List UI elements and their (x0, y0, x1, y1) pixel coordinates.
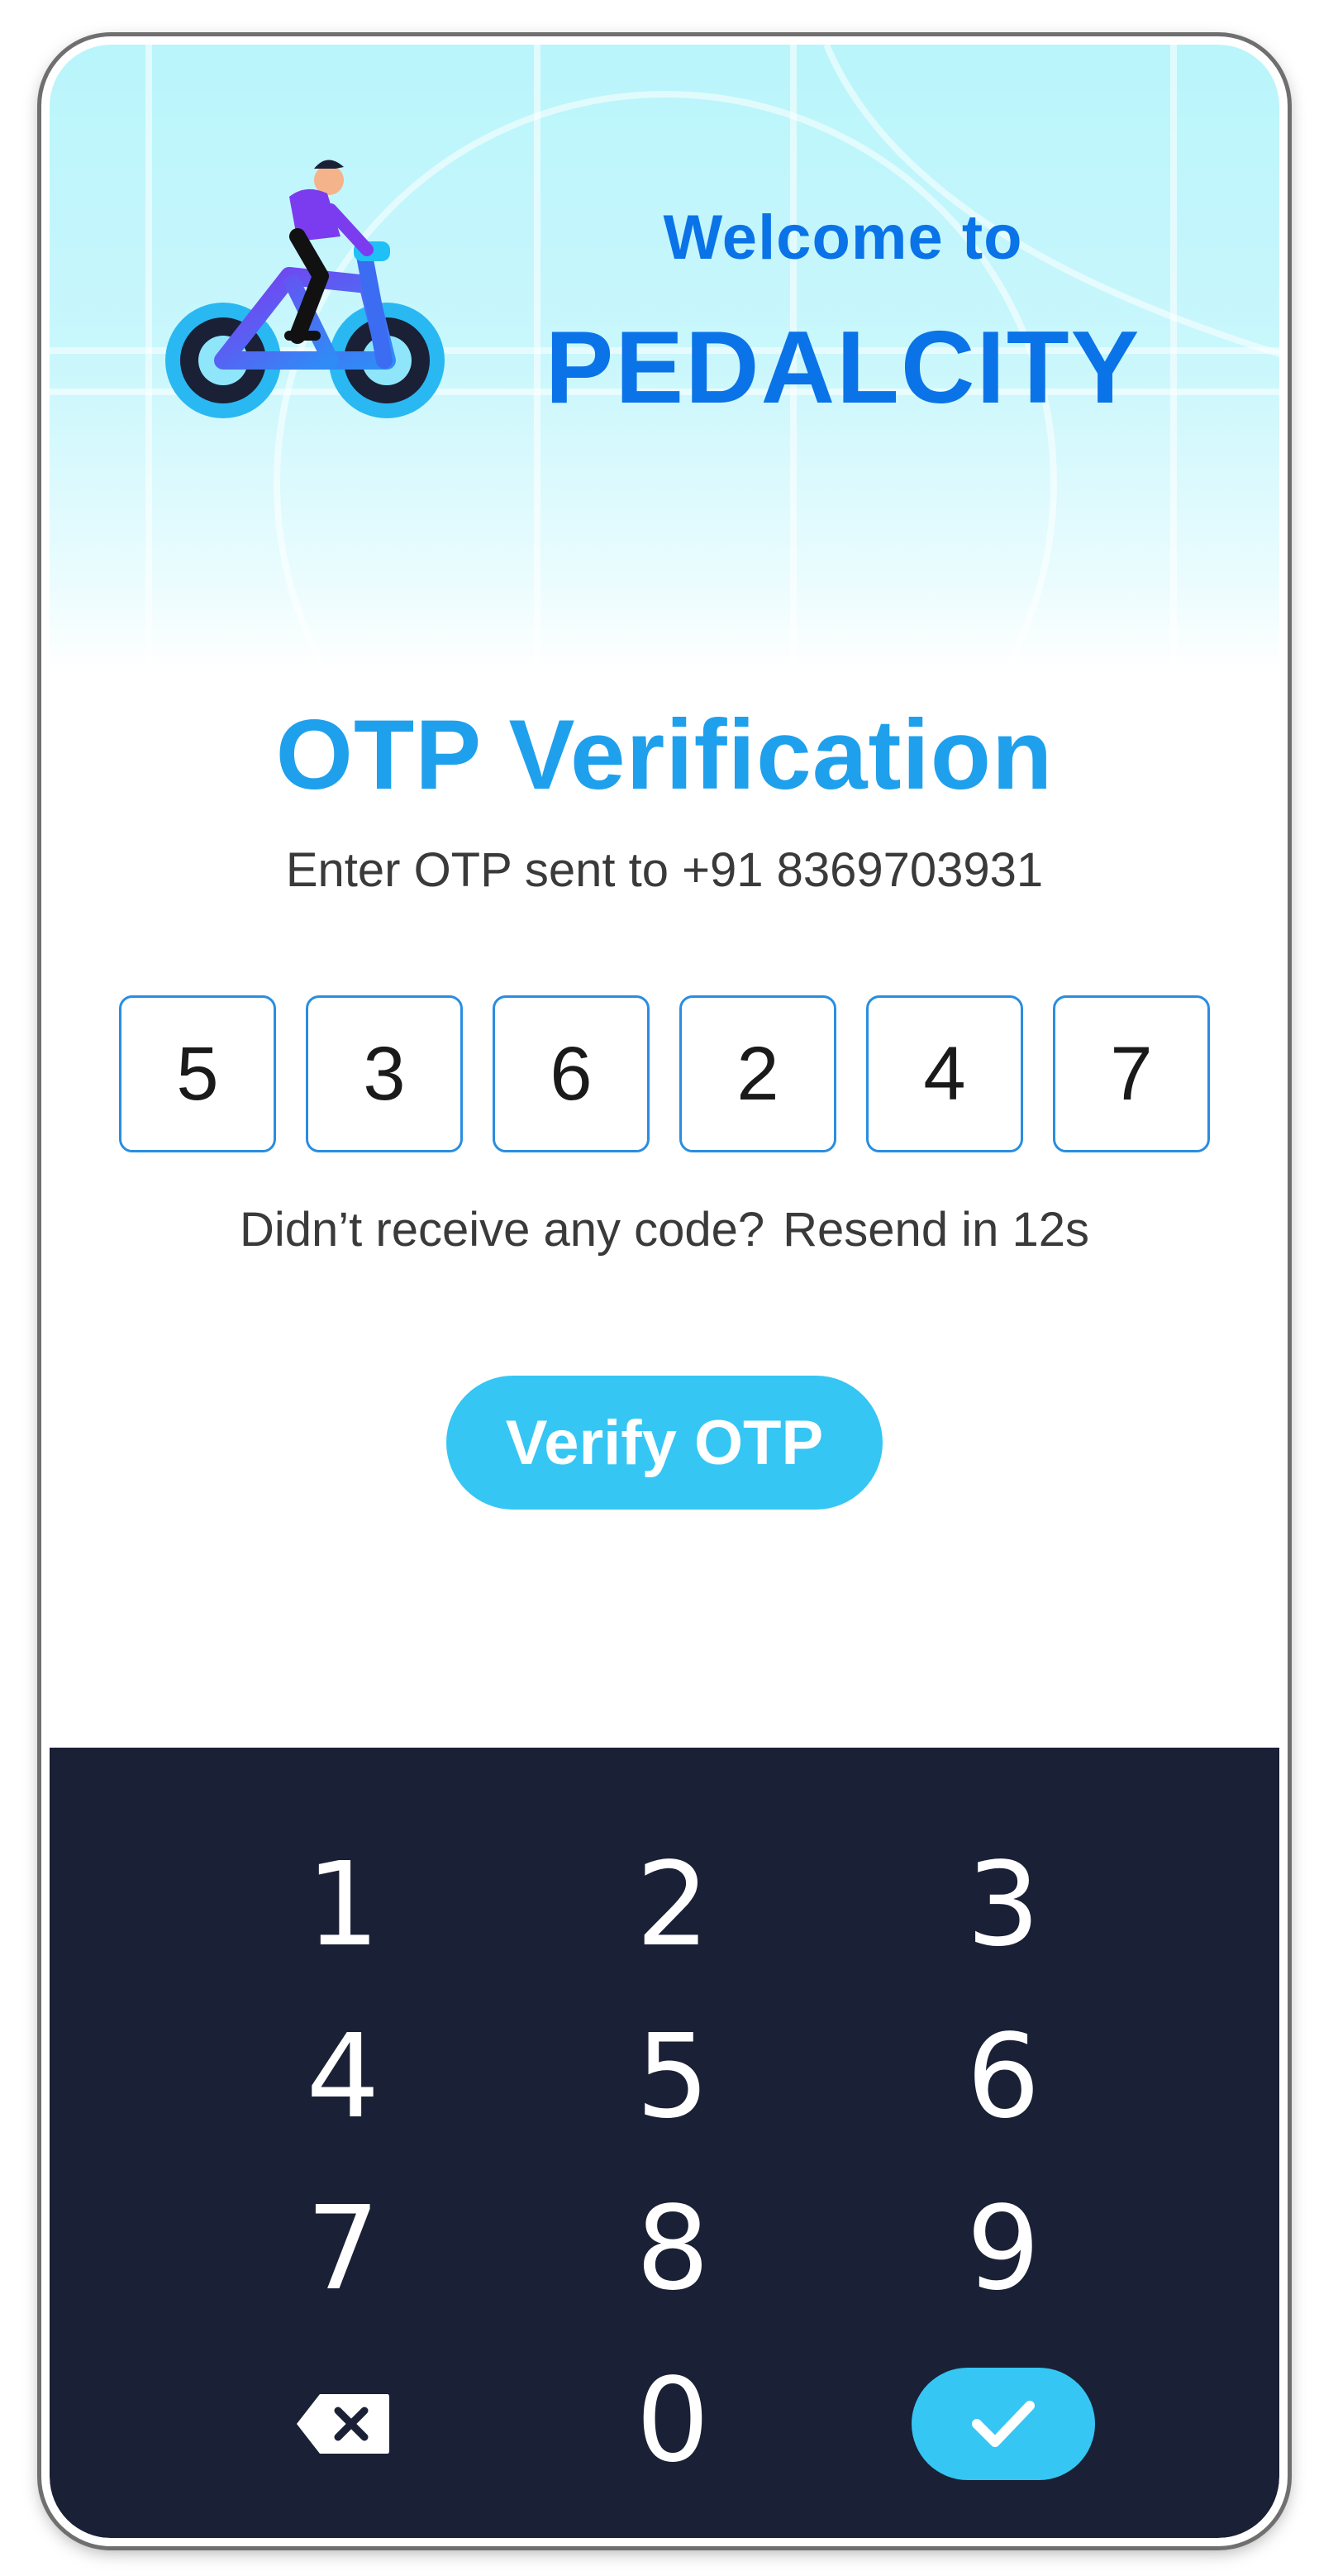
numeric-keypad: 1 2 3 4 5 6 7 8 9 0 (50, 1748, 1279, 2538)
otp-digit-4[interactable]: 2 (679, 995, 836, 1152)
page-title: OTP Verification (275, 699, 1054, 810)
key-4[interactable]: 4 (219, 1994, 467, 2159)
backspace-key[interactable] (219, 2341, 467, 2507)
otp-digit-2[interactable]: 3 (306, 995, 463, 1152)
check-icon (972, 2401, 1035, 2447)
cyclist-illustration (165, 160, 445, 418)
otp-input-row: 5 3 6 2 4 7 (119, 995, 1210, 1152)
otp-digit-5[interactable]: 4 (866, 995, 1023, 1152)
resend-row: Didn’t receive any code? Resend in 12s (50, 1202, 1279, 1257)
key-6[interactable]: 6 (879, 1994, 1127, 2159)
key-3[interactable]: 3 (879, 1822, 1127, 1987)
key-5[interactable]: 5 (549, 1994, 797, 2159)
key-2[interactable]: 2 (549, 1822, 797, 1987)
key-1[interactable]: 1 (219, 1822, 467, 1987)
resend-prompt: Didn’t receive any code? (240, 1203, 765, 1257)
otp-digit-3[interactable]: 6 (493, 995, 650, 1152)
phone-frame: Welcome to PEDALCITY OTP Verification En… (41, 36, 1288, 2546)
otp-screen: Welcome to PEDALCITY OTP Verification En… (50, 45, 1279, 2538)
welcome-text: Welcome to (663, 203, 1023, 273)
welcome-header: Welcome to PEDALCITY (50, 45, 1279, 673)
otp-digit-1[interactable]: 5 (119, 995, 276, 1152)
backspace-icon (297, 2394, 389, 2454)
brand-name: PEDALCITY (545, 311, 1141, 425)
key-7[interactable]: 7 (219, 2166, 467, 2331)
otp-sent-text: Enter OTP sent to +91 8369703931 (285, 843, 1044, 897)
resend-timer[interactable]: Resend in 12s (783, 1203, 1089, 1257)
key-8[interactable]: 8 (549, 2166, 797, 2331)
key-9[interactable]: 9 (879, 2166, 1127, 2331)
otp-digit-6[interactable]: 7 (1053, 995, 1210, 1152)
confirm-key[interactable] (912, 2368, 1095, 2480)
verify-otp-button[interactable]: Verify OTP (446, 1376, 883, 1510)
key-0[interactable]: 0 (549, 2338, 797, 2503)
